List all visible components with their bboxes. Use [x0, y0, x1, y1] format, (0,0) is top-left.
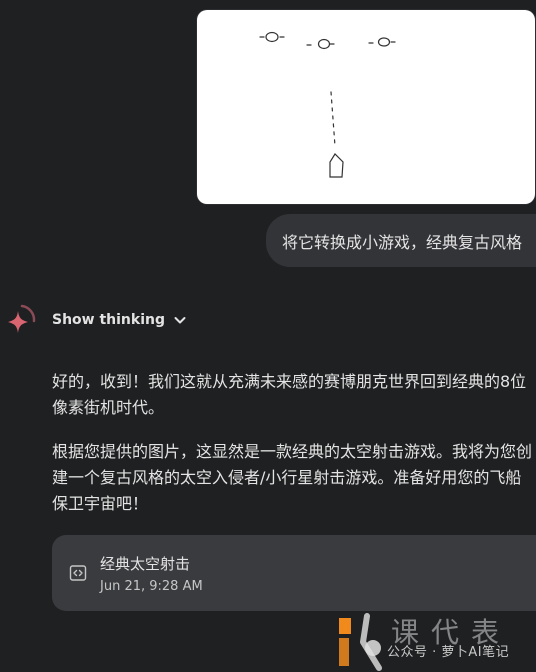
- artifact-meta: 经典太空射击 Jun 21, 9:28 AM: [100, 553, 203, 594]
- user-message-text: 将它转换成小游戏，经典复古风格: [281, 232, 522, 252]
- artifact-card[interactable]: 经典太空射击 Jun 21, 9:28 AM: [52, 535, 536, 611]
- player-ship-sketch: [329, 153, 344, 178]
- sketch-image[interactable]: [197, 10, 535, 204]
- enemy-sketch-middle: [306, 38, 335, 50]
- sketch-drawing: [259, 31, 396, 178]
- chevron-down-icon: [174, 317, 186, 324]
- artifact-date: Jun 21, 9:28 AM: [100, 578, 203, 594]
- laser-trail: [330, 91, 336, 147]
- response-paragraph: 根据您提供的图片，这显然是一款经典的太空射击游戏。我将为您创建一个复古风格的太空…: [52, 442, 533, 513]
- artifact-title: 经典太空射击: [100, 554, 191, 573]
- user-message-bubble: 将它转换成小游戏，经典复古风格: [265, 214, 536, 267]
- code-icon: [69, 565, 87, 581]
- enemy-sketch-right: [368, 37, 396, 47]
- watermark-text: 公众号 · 萝卜AI笔记: [387, 645, 510, 660]
- show-thinking-toggle[interactable]: Show thinking: [52, 312, 187, 328]
- gemini-sparkle-icon: [8, 304, 36, 333]
- enemy-sketch-left: [259, 31, 285, 43]
- response-paragraph: 好的，收到！我们这就从充满未来感的赛博朋克世界回到经典的8位像素街机时代。: [52, 372, 527, 417]
- show-thinking-label: Show thinking: [52, 312, 165, 328]
